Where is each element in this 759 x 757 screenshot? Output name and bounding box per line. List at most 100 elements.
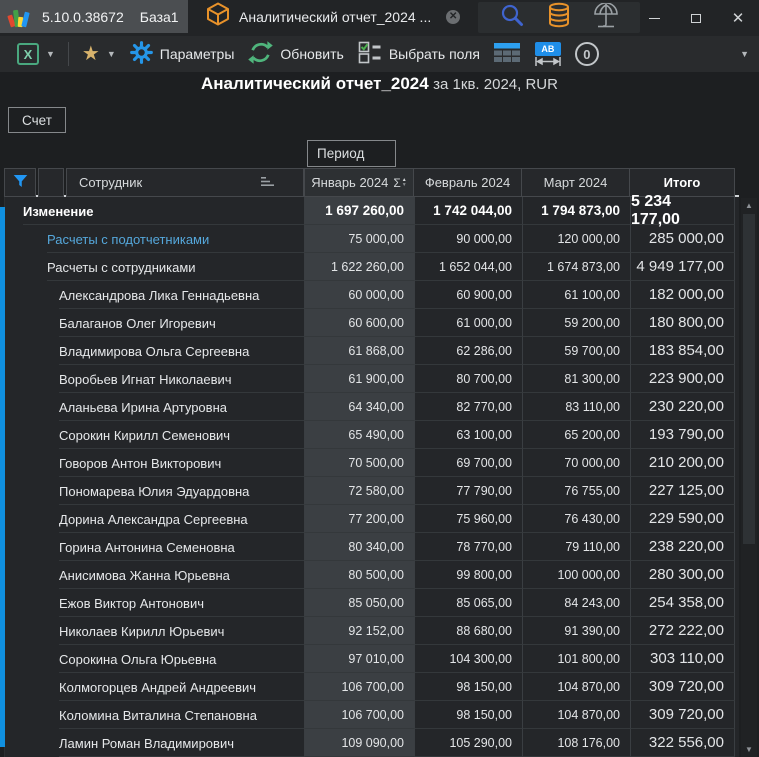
vertical-scrollbar[interactable]: ▲ ▼ xyxy=(741,198,757,757)
close-button[interactable]: ✕ xyxy=(717,0,759,36)
row-name: Николаев Кирилл Юрьевич xyxy=(5,624,224,639)
column-header-january[interactable]: Январь 2024 Σ ▲ ▼ xyxy=(304,168,414,197)
app-version: 5.10.0.38672 xyxy=(42,9,124,25)
cell-february: 104 300,00 xyxy=(414,645,522,673)
zero-icon: 0 xyxy=(575,42,599,66)
table-row: Дорина Александра Сергеевна 77 200,00 75… xyxy=(4,505,739,533)
row-name-cell[interactable]: Балаганов Олег Игоревич xyxy=(4,309,304,337)
base-name[interactable]: База1 xyxy=(140,9,179,25)
row-name: Сорокин Кирилл Семенович xyxy=(5,428,230,443)
toolbar-separator xyxy=(68,42,69,66)
account-field-button[interactable]: Счет xyxy=(8,107,66,133)
cell-total: 227 125,00 xyxy=(630,477,735,505)
row-name-cell[interactable]: Дорина Александра Сергеевна xyxy=(4,505,304,533)
database-icon[interactable] xyxy=(547,2,571,33)
row-name-cell[interactable]: Александрова Лика Геннадьевна xyxy=(4,281,304,309)
autofit-width-button[interactable]: AB xyxy=(528,39,568,69)
table-row: Ламин Роман Владимирович 109 090,00 105 … xyxy=(4,729,739,757)
cell-february: 1 652 044,00 xyxy=(414,253,522,281)
cell-march: 100 000,00 xyxy=(522,561,630,589)
cell-total: 210 200,00 xyxy=(630,449,735,477)
chevron-down-icon[interactable]: ▼ xyxy=(107,49,116,59)
app-window: 5.10.0.38672 База1 Аналитический отчет_2… xyxy=(0,0,759,757)
cell-total: 223 900,00 xyxy=(630,365,735,393)
cell-march: 1 794 873,00 xyxy=(522,197,630,225)
hide-zeros-button[interactable]: 0 xyxy=(568,39,606,69)
table-row: Воробьев Игнат Николаевич 61 900,00 80 7… xyxy=(4,365,739,393)
gear-icon xyxy=(130,41,153,67)
row-name-cell[interactable]: Владимирова Ольга Сергеевна xyxy=(4,337,304,365)
row-name-cell[interactable]: Сорокин Кирилл Семенович xyxy=(4,421,304,449)
row-name-cell[interactable]: Ламин Роман Владимирович xyxy=(4,729,304,757)
row-name-cell[interactable]: Коломина Виталина Степановна xyxy=(4,701,304,729)
cell-total: 182 000,00 xyxy=(630,281,735,309)
refresh-button[interactable]: Обновить xyxy=(241,39,350,69)
app-tab[interactable]: 5.10.0.38672 База1 xyxy=(0,0,188,33)
report-subtitle: за 1кв. 2024, RUR xyxy=(433,76,558,93)
tab-close-icon[interactable]: ✕ xyxy=(446,10,460,24)
row-name-cell[interactable]: Сорокина Ольга Юрьевна xyxy=(4,645,304,673)
row-name: Владимирова Ольга Сергеевна xyxy=(5,344,249,359)
row-name-cell[interactable]: Пономарева Юлия Эдуардовна xyxy=(4,477,304,505)
sort-icon[interactable] xyxy=(260,175,275,191)
row-name-cell[interactable]: Анисимова Жанна Юрьевна xyxy=(4,561,304,589)
scroll-up-icon[interactable]: ▲ xyxy=(741,201,757,210)
cell-february: 1 742 044,00 xyxy=(414,197,522,225)
row-name: Горина Антонина Семеновна xyxy=(5,540,235,555)
row-name-cell[interactable]: Изменение xyxy=(4,197,304,225)
table-row: Анисимова Жанна Юрьевна 80 500,00 99 800… xyxy=(4,561,739,589)
column-header-march-label: Март 2024 xyxy=(544,175,608,190)
row-name: Говоров Антон Викторович xyxy=(5,456,221,471)
document-tab-label: Аналитический отчет_2024 ... xyxy=(239,9,431,25)
left-scrollbar-thumb[interactable] xyxy=(0,207,5,747)
column-header-february[interactable]: Февраль 2024 xyxy=(414,168,522,197)
cell-february: 105 290,00 xyxy=(414,729,522,757)
cell-march: 81 300,00 xyxy=(522,365,630,393)
cell-february: 61 000,00 xyxy=(414,309,522,337)
cell-february: 98 150,00 xyxy=(414,701,522,729)
search-icon[interactable] xyxy=(499,2,525,33)
cell-february: 85 065,00 xyxy=(414,589,522,617)
row-name-cell[interactable]: Воробьев Игнат Николаевич xyxy=(4,365,304,393)
close-icon: ✕ xyxy=(732,11,745,26)
row-name-cell[interactable]: Аланьева Ирина Артуровна xyxy=(4,393,304,421)
row-name: Александрова Лика Геннадьевна xyxy=(5,288,259,303)
favorites-button[interactable]: ★ ▼ xyxy=(75,39,123,69)
chevron-down-icon[interactable]: ▼ xyxy=(46,49,55,59)
row-name-cell[interactable]: Колмогорцев Андрей Андреевич xyxy=(4,673,304,701)
column-header-employee[interactable]: Сотрудник xyxy=(66,168,304,197)
row-name-cell[interactable]: Ежов Виктор Антонович xyxy=(4,589,304,617)
export-excel-button[interactable]: X ▼ xyxy=(10,39,62,69)
row-name-cell[interactable]: Говоров Антон Викторович xyxy=(4,449,304,477)
filter-button[interactable] xyxy=(4,168,36,197)
header-empty-cell[interactable] xyxy=(38,168,64,197)
minimize-button[interactable] xyxy=(633,0,675,36)
row-name-cell[interactable]: Расчеты с сотрудниками xyxy=(4,253,304,281)
cell-march: 101 800,00 xyxy=(522,645,630,673)
column-header-march[interactable]: Март 2024 xyxy=(522,168,630,197)
cell-total: 229 590,00 xyxy=(630,505,735,533)
row-name: Коломина Виталина Степановна xyxy=(5,708,257,723)
cell-total: 238 220,00 xyxy=(630,533,735,561)
cell-february: 99 800,00 xyxy=(414,561,522,589)
toolbar-overflow-chevron-icon[interactable]: ▼ xyxy=(740,49,749,59)
period-field-button[interactable]: Период xyxy=(307,140,396,167)
scrollbar-thumb[interactable] xyxy=(743,214,755,544)
row-name-cell[interactable]: Николаев Кирилл Юрьевич xyxy=(4,617,304,645)
scroll-down-icon[interactable]: ▼ xyxy=(741,745,757,754)
cell-january: 60 000,00 xyxy=(304,281,414,309)
cell-march: 76 430,00 xyxy=(522,505,630,533)
row-link-cell[interactable]: Расчеты с подотчетниками xyxy=(4,225,304,253)
beach-umbrella-icon[interactable] xyxy=(593,3,619,33)
table-row: Ежов Виктор Антонович 85 050,00 85 065,0… xyxy=(4,589,739,617)
table-view-button[interactable] xyxy=(487,39,528,69)
row-name-cell[interactable]: Горина Антонина Семеновна xyxy=(4,533,304,561)
maximize-button[interactable] xyxy=(675,0,717,36)
select-fields-button[interactable]: Выбрать поля xyxy=(351,39,487,69)
cell-march: 104 870,00 xyxy=(522,673,630,701)
minimize-icon xyxy=(649,18,660,19)
cell-total: 309 720,00 xyxy=(630,701,735,729)
cell-january: 106 700,00 xyxy=(304,701,414,729)
document-tab[interactable]: Аналитический отчет_2024 ... ✕ xyxy=(196,0,470,33)
parameters-button[interactable]: Параметры xyxy=(123,39,242,69)
